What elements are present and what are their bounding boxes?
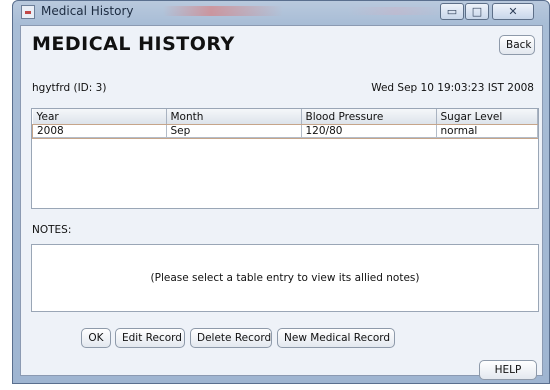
window-title: Medical History — [41, 4, 134, 18]
cell-sugar-level[interactable]: normal — [435, 124, 538, 138]
title-bar-glare — [163, 6, 283, 16]
help-button[interactable]: HELP — [479, 360, 537, 380]
cell-blood-pressure[interactable]: 120/80 — [300, 124, 437, 138]
patient-label: hgytfrd (ID: 3) — [32, 82, 107, 94]
datetime-label: Wed Sep 10 19:03:23 IST 2008 — [371, 82, 534, 94]
ok-button[interactable]: OK — [81, 328, 111, 348]
edit-record-button[interactable]: Edit Record — [115, 328, 185, 348]
cell-month[interactable]: Sep — [165, 124, 302, 138]
title-bar[interactable]: Medical History ▭ □ ✕ — [13, 1, 549, 23]
maximize-button[interactable]: □ — [465, 3, 489, 20]
column-header-sugar-level[interactable]: Sugar Level — [436, 109, 538, 125]
screen: Medical History ▭ □ ✕ MEDICAL HISTORY Ba… — [0, 0, 550, 390]
minimize-button[interactable]: ▭ — [440, 3, 464, 20]
cell-year[interactable]: 2008 — [32, 124, 167, 138]
back-button[interactable]: Back — [499, 35, 535, 55]
medical-records-table: Year Month Blood Pressure Sugar Level 20… — [31, 108, 539, 209]
column-header-year[interactable]: Year — [32, 109, 167, 125]
page-title: MEDICAL HISTORY — [32, 33, 235, 55]
delete-record-button[interactable]: Delete Record — [190, 328, 272, 348]
notes-placeholder: (Please select a table entry to view its… — [150, 272, 420, 284]
column-header-blood-pressure[interactable]: Blood Pressure — [301, 109, 437, 125]
medical-history-window: Medical History ▭ □ ✕ MEDICAL HISTORY Ba… — [12, 0, 550, 384]
title-bar-glare — [348, 7, 443, 15]
notes-label: NOTES: — [32, 224, 72, 236]
new-medical-record-button[interactable]: New Medical Record — [277, 328, 395, 348]
column-header-month[interactable]: Month — [166, 109, 302, 125]
app-window-icon — [21, 5, 35, 19]
table-header-row: Year Month Blood Pressure Sugar Level — [32, 109, 538, 125]
close-button[interactable]: ✕ — [492, 3, 534, 20]
content-panel: MEDICAL HISTORY Back hgytfrd (ID: 3) Wed… — [20, 25, 543, 380]
notes-area[interactable]: (Please select a table entry to view its… — [31, 244, 539, 312]
table-row[interactable]: 2008 Sep 120/80 normal — [32, 123, 538, 139]
